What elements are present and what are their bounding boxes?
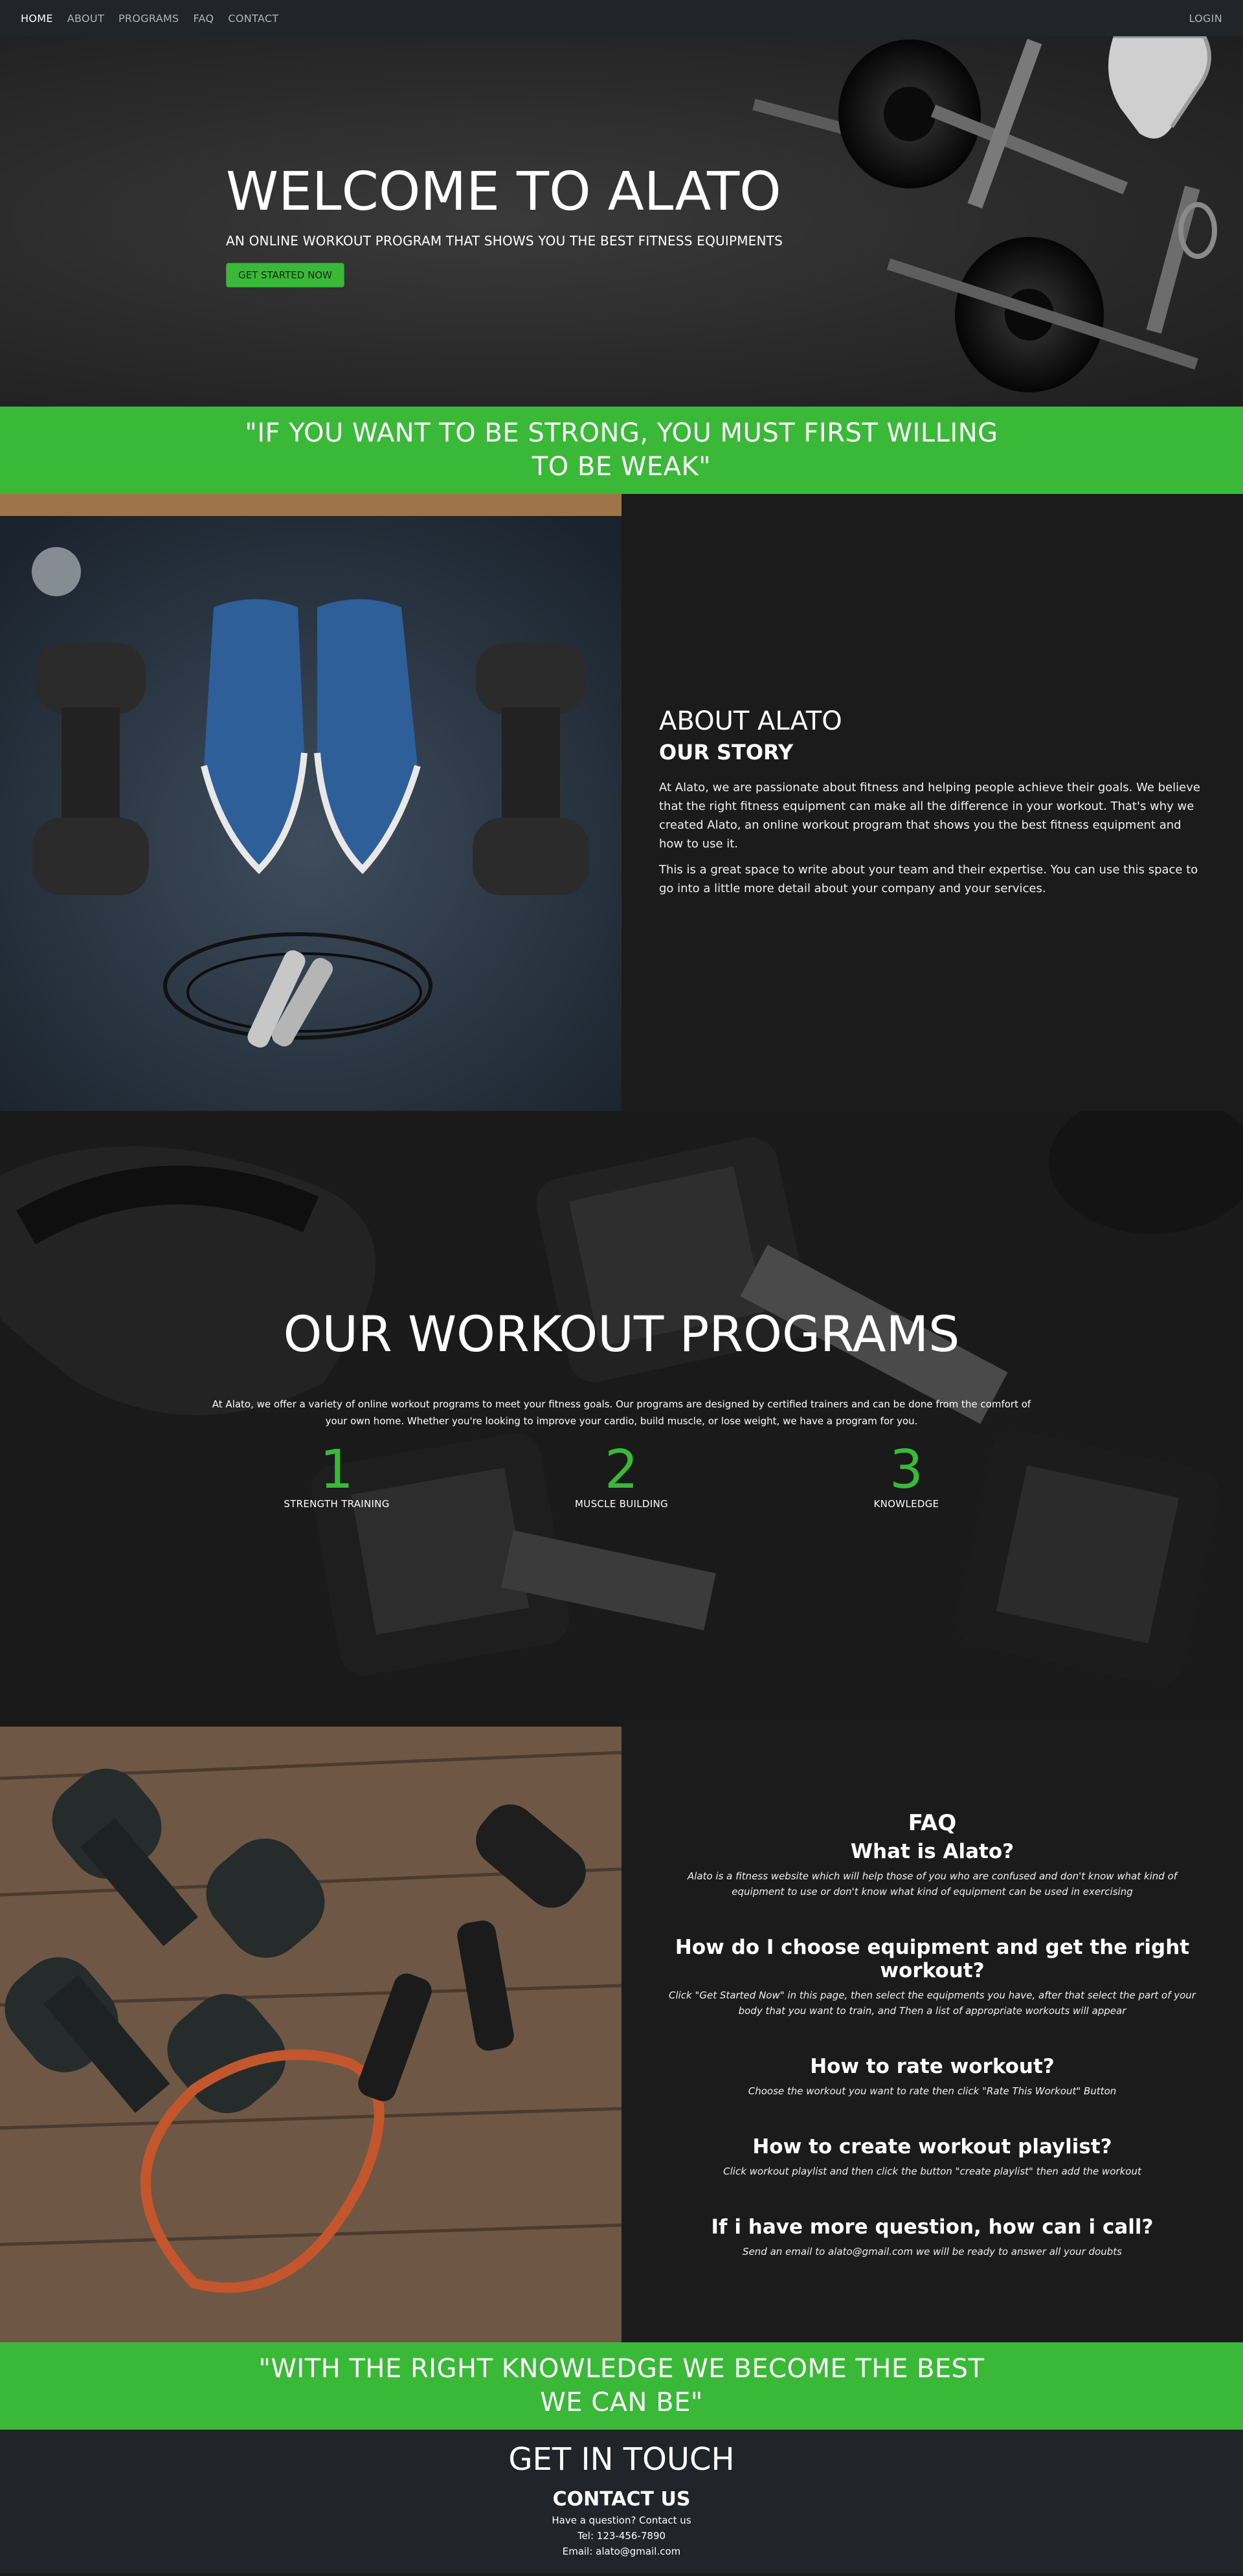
faq-item: If i have more question, how can i call?…: [660, 2212, 1204, 2259]
hero-section: WELCOME TO ALATO AN ONLINE WORKOUT PROGR…: [0, 36, 1243, 407]
footer-question-text: Have a question? Contact us: [552, 2514, 691, 2526]
about-image: [0, 494, 622, 1111]
faq-item: How to rate workout? Choose the workout …: [660, 2051, 1204, 2099]
quote-band-1: "IF YOU WANT TO BE STRONG, YOU MUST FIRS…: [0, 407, 1243, 494]
nav-programs-link[interactable]: PROGRAMS: [118, 12, 179, 25]
faq-answer: Alato is a fitness website which will he…: [687, 1870, 1178, 1898]
program-item-strength[interactable]: 1 STRENGTH TRAINING: [265, 1442, 408, 1510]
top-navbar: HOME ABOUT PROGRAMS FAQ CONTACT LOGIN: [0, 0, 1243, 36]
faq-question: How to create workout playlist?: [752, 2134, 1112, 2158]
faq-section: FAQ What is Alato? Alato is a fitness we…: [0, 1727, 1243, 2342]
nav-links: HOME ABOUT PROGRAMS FAQ CONTACT: [21, 12, 278, 25]
get-started-button[interactable]: GET STARTED NOW: [226, 263, 344, 288]
footer-phone: Tel: 123-456-7890: [577, 2530, 666, 2542]
about-section: ABOUT ALATO OUR STORY At Alato, we are p…: [0, 494, 1243, 1111]
quote-text-2: "WITH THE RIGHT KNOWLEDGE WE BECOME THE …: [258, 2354, 985, 2417]
faq-question: What is Alato?: [850, 1839, 1014, 1863]
about-title: ABOUT ALATO: [659, 706, 842, 737]
faq-image: [0, 1727, 622, 2342]
hero-dumbbells-image: [752, 36, 1217, 392]
faq-question: If i have more question, how can i call?: [711, 2215, 1154, 2239]
faq-answer: Click "Get Started Now" in this page, th…: [669, 1989, 1196, 2017]
faq-question: How to rate workout?: [810, 2054, 1055, 2078]
hero-title: WELCOME TO ALATO: [226, 161, 781, 223]
about-paragraph-1: At Alato, we are passionate about fitnes…: [659, 781, 1200, 851]
faq-item: What is Alato? Alato is a fitness websit…: [660, 1836, 1204, 1899]
program-label: MUSCLE BUILDING: [575, 1498, 668, 1510]
faq-content: FAQ What is Alato? Alato is a fitness we…: [622, 1727, 1243, 2342]
footer-email: Email: alato@gmail.com: [562, 2546, 681, 2557]
faq-answer: Choose the workout you want to rate then…: [748, 2085, 1117, 2097]
about-text: ABOUT ALATO OUR STORY At Alato, we are p…: [622, 494, 1243, 1111]
shoes-dumbbells-image: [0, 494, 622, 1111]
program-number: 2: [604, 1439, 639, 1501]
dumbbells-band-image: [0, 1727, 622, 2342]
nav-contact-link[interactable]: CONTACT: [228, 12, 278, 25]
programs-content: OUR WORKOUT PROGRAMS At Alato, we offer …: [0, 1305, 1243, 1546]
faq-answer: Click workout playlist and then click th…: [723, 2165, 1141, 2177]
nav-home-link[interactable]: HOME: [21, 12, 53, 25]
program-item-muscle[interactable]: 2 MUSCLE BUILDING: [550, 1442, 693, 1510]
about-paragraph-2: This is a great space to write about you…: [659, 863, 1198, 896]
programs-title: OUR WORKOUT PROGRAMS: [283, 1305, 960, 1363]
programs-section: OUR WORKOUT PROGRAMS At Alato, we offer …: [0, 1111, 1243, 1727]
quote-text-1: "IF YOU WANT TO BE STRONG, YOU MUST FIRS…: [245, 418, 998, 482]
nav-login-link[interactable]: LOGIN: [1189, 12, 1222, 25]
footer-subtitle: CONTACT US: [552, 2488, 691, 2511]
footer-title: GET IN TOUCH: [508, 2441, 735, 2478]
faq-question: How do I choose equipment and get the ri…: [675, 1935, 1190, 1982]
program-item-knowledge[interactable]: 3 KNOWLEDGE: [835, 1442, 978, 1510]
about-subtitle: OUR STORY: [659, 740, 794, 765]
hero-subtitle: AN ONLINE WORKOUT PROGRAM THAT SHOWS YOU…: [226, 233, 783, 249]
nav-faq-link[interactable]: FAQ: [194, 12, 214, 25]
program-number: 1: [319, 1439, 354, 1501]
faq-item: How to create workout playlist? Click wo…: [660, 2131, 1204, 2179]
hero-content: WELCOME TO ALATO AN ONLINE WORKOUT PROGR…: [226, 161, 783, 288]
faq-title: FAQ: [908, 1809, 957, 1836]
quote-band-2: "WITH THE RIGHT KNOWLEDGE WE BECOME THE …: [0, 2342, 1243, 2430]
program-label: STRENGTH TRAINING: [284, 1498, 390, 1510]
contact-footer: GET IN TOUCH CONTACT US Have a question?…: [0, 2430, 1243, 2573]
programs-list: 1 STRENGTH TRAINING 2 MUSCLE BUILDING 3 …: [0, 1442, 1243, 1546]
program-label: KNOWLEDGE: [873, 1498, 939, 1510]
programs-text: At Alato, we offer a variety of online w…: [212, 1398, 1031, 1427]
faq-answer: Send an email to alato@gmail.com we will…: [743, 2245, 1122, 2257]
nav-about-link[interactable]: ABOUT: [67, 12, 104, 25]
faq-item: How do I choose equipment and get the ri…: [660, 1932, 1204, 2019]
program-number: 3: [889, 1439, 924, 1501]
